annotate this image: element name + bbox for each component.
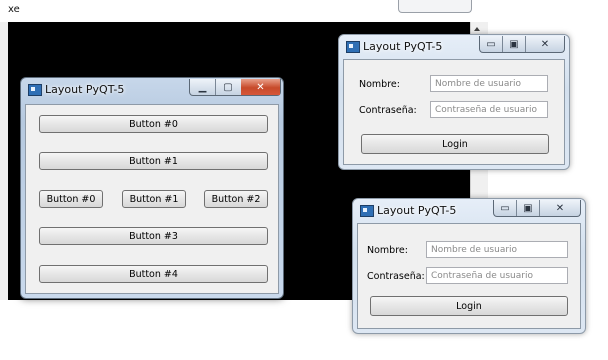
main-window-title: Layout PyQT-5 xyxy=(45,83,125,96)
login-window-1: Layout PyQT-5 ▭ ▣ ✕ Nombre: Contraseña: … xyxy=(338,34,570,170)
login-window-1-titlebar[interactable]: Layout PyQT-5 ▭ ▣ ✕ xyxy=(339,35,569,59)
login-window-2: Layout PyQT-5 ▭ ▣ ✕ Nombre: Contraseña: … xyxy=(352,198,586,334)
password-label: Contraseña: xyxy=(359,105,417,116)
maximize-button[interactable]: ▣ xyxy=(503,36,525,52)
window-controls: ▭ ▣ ✕ xyxy=(493,200,581,217)
login-window-2-client: Nombre: Contraseña: Login xyxy=(357,223,581,329)
minimize-button[interactable]: ▭ xyxy=(494,200,516,216)
minimize-button[interactable]: ▁ xyxy=(190,79,215,95)
name-input[interactable] xyxy=(430,75,548,92)
main-window-client: Button #0 Button #1 Button #0 Button #1 … xyxy=(25,104,279,294)
login-button[interactable]: Login xyxy=(361,134,549,154)
close-icon: ✕ xyxy=(256,81,265,93)
login-window-1-title: Layout PyQT-5 xyxy=(363,40,443,53)
minimize-icon: ▭ xyxy=(486,38,496,50)
password-input[interactable] xyxy=(426,267,568,284)
minimize-icon: ▁ xyxy=(198,81,207,93)
background-window-controls[interactable] xyxy=(398,0,472,13)
main-window: Layout PyQT-5 ▁ ▢ ✕ Button #0 Button #1 … xyxy=(20,77,284,299)
name-label: Nombre: xyxy=(359,79,400,90)
scroll-up-arrow-icon[interactable] xyxy=(472,24,482,34)
login-button[interactable]: Login xyxy=(370,296,568,316)
password-input[interactable] xyxy=(430,101,548,118)
login-window-2-title: Layout PyQT-5 xyxy=(377,204,457,217)
close-button[interactable]: ✕ xyxy=(241,79,280,95)
maximize-button[interactable]: ▢ xyxy=(216,79,240,95)
maximize-button[interactable]: ▣ xyxy=(517,200,539,216)
close-button[interactable]: ✕ xyxy=(526,36,564,52)
window-controls: ▭ ▣ ✕ xyxy=(479,36,565,53)
button-1-top[interactable]: Button #1 xyxy=(39,152,268,170)
app-window-icon xyxy=(28,84,42,96)
main-window-titlebar[interactable]: Layout PyQT-5 ▁ ▢ ✕ xyxy=(21,78,283,102)
button-2-row[interactable]: Button #2 xyxy=(204,190,268,208)
maximize-icon: ▢ xyxy=(223,81,233,93)
minimize-icon: ▭ xyxy=(500,202,510,214)
button-0-top[interactable]: Button #0 xyxy=(39,115,268,133)
close-icon: ✕ xyxy=(540,38,550,50)
button-4[interactable]: Button #4 xyxy=(39,265,268,283)
name-input[interactable] xyxy=(426,241,568,258)
password-label: Contraseña: xyxy=(367,271,425,282)
background-window-title: xe xyxy=(8,4,20,15)
maximize-icon: ▣ xyxy=(523,202,533,214)
login-window-2-titlebar[interactable]: Layout PyQT-5 ▭ ▣ ✕ xyxy=(353,199,585,223)
app-window-icon xyxy=(346,41,360,53)
name-label: Nombre: xyxy=(367,245,408,256)
minimize-button[interactable]: ▭ xyxy=(480,36,502,52)
button-1-row[interactable]: Button #1 xyxy=(122,190,186,208)
close-button[interactable]: ✕ xyxy=(540,200,580,216)
window-controls: ▁ ▢ ✕ xyxy=(189,79,281,96)
app-window-icon xyxy=(360,205,374,217)
close-icon: ✕ xyxy=(555,202,565,214)
button-3[interactable]: Button #3 xyxy=(39,227,268,245)
login-window-1-client: Nombre: Contraseña: Login xyxy=(343,59,565,165)
button-0-row[interactable]: Button #0 xyxy=(39,190,103,208)
maximize-icon: ▣ xyxy=(509,38,519,50)
